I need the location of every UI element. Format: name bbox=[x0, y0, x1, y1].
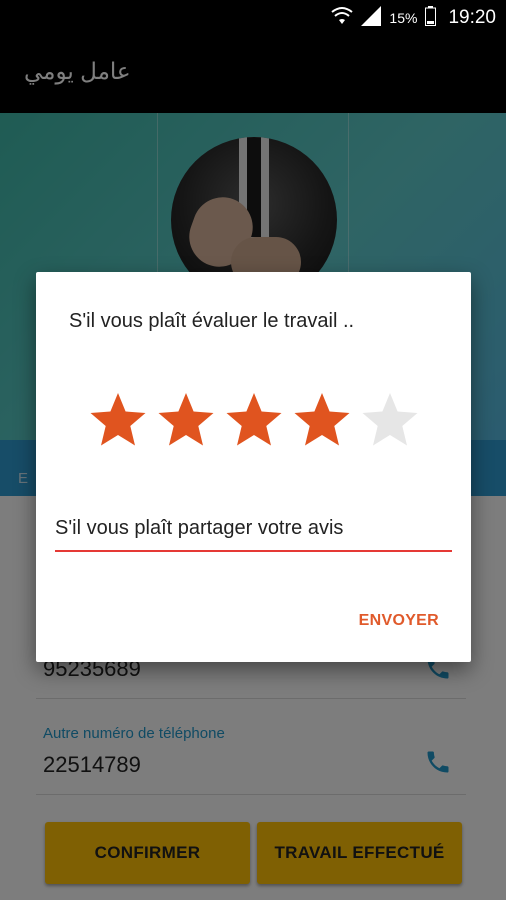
star-filled-icon[interactable] bbox=[88, 390, 148, 455]
star-filled-icon[interactable] bbox=[156, 390, 216, 455]
wifi-icon bbox=[331, 6, 354, 30]
send-button[interactable]: ENVOYER bbox=[359, 612, 439, 630]
star-empty-icon[interactable] bbox=[360, 390, 420, 455]
status-icons: 15% 19:20 bbox=[331, 6, 496, 30]
battery-percent: 15% bbox=[389, 10, 418, 26]
rating-stars[interactable] bbox=[88, 390, 420, 455]
clock: 19:20 bbox=[448, 7, 496, 28]
star-filled-icon[interactable] bbox=[224, 390, 284, 455]
review-input[interactable] bbox=[55, 512, 452, 552]
star-filled-icon[interactable] bbox=[292, 390, 352, 455]
status-bar: 15% 19:20 bbox=[0, 0, 506, 38]
signal-icon bbox=[361, 6, 382, 30]
battery-icon bbox=[425, 6, 437, 30]
rating-dialog: S'il vous plaît évaluer le travail .. EN… bbox=[36, 272, 471, 662]
dialog-title: S'il vous plaît évaluer le travail .. bbox=[69, 310, 355, 332]
